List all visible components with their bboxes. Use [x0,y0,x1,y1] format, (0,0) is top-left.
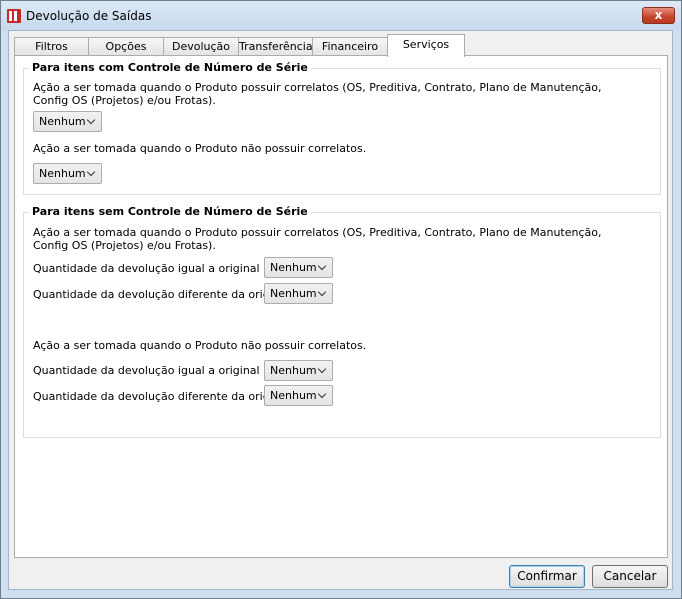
close-button[interactable]: x [642,7,675,24]
chevron-down-icon [317,261,327,271]
group1-action-with-text-line1: Ação a ser tomada quando o Produto possu… [33,81,602,94]
group1-action-without-text: Ação a ser tomada quando o Produto não p… [33,142,367,155]
group2-without-equal-select[interactable]: Nenhum [264,360,333,381]
group1-without-correlatos-select[interactable]: Nenhum [33,163,102,184]
group2-without-diff-label: Quantidade da devolução diferente da ori… [33,390,290,403]
tab-panel-servicos: Para itens com Controle de Número de Sér… [14,55,668,558]
tab-servicos[interactable]: Serviços [387,34,465,57]
group2-with-equal-label: Quantidade da devolução igual a original [33,262,260,275]
group2-without-equal-label: Quantidade da devolução igual a original [33,364,260,377]
chevron-down-icon [317,287,327,297]
group-sem-controle-title: Para itens sem Controle de Número de Sér… [29,205,311,218]
group2-with-diff-select[interactable]: Nenhum [264,283,333,304]
group2-with-equal-select[interactable]: Nenhum [264,257,333,278]
tab-devolucao[interactable]: Devolução [163,37,239,56]
dialog-client: Filtros Opções Devolução Transferência F… [8,30,673,590]
group2-with-diff-value: Nenhum [270,287,317,300]
tab-filtros[interactable]: Filtros [14,37,89,56]
group1-action-with-text-line2: Config OS (Projetos) e/ou Frotas). [33,94,216,107]
confirm-button[interactable]: Confirmar [509,565,585,588]
chevron-down-icon [86,167,96,177]
group1-with-correlatos-value: Nenhum [39,115,86,128]
group2-without-equal-value: Nenhum [270,364,317,377]
group1-without-correlatos-value: Nenhum [39,167,86,180]
chevron-down-icon [317,364,327,374]
group2-with-equal-value: Nenhum [270,261,317,274]
window-title: Devolução de Saídas [26,9,152,23]
tab-financeiro[interactable]: Financeiro [312,37,388,56]
tab-transferencia[interactable]: Transferência [238,37,313,56]
group2-with-diff-label: Quantidade da devolução diferente da ori… [33,288,290,301]
app-icon [7,9,21,23]
title-bar: Devolução de Saídas x [1,1,681,30]
group2-action-with-text-line2: Config OS (Projetos) e/ou Frotas). [33,239,216,252]
dialog-window: Devolução de Saídas x Filtros Opções Dev… [0,0,682,599]
group2-action-without-text: Ação a ser tomada quando o Produto não p… [33,339,367,352]
group2-without-diff-select[interactable]: Nenhum [264,385,333,406]
chevron-down-icon [86,115,96,125]
group2-action-with-text-line1: Ação a ser tomada quando o Produto possu… [33,226,602,239]
chevron-down-icon [317,389,327,399]
cancel-button[interactable]: Cancelar [592,565,668,588]
group2-without-diff-value: Nenhum [270,389,317,402]
group1-with-correlatos-select[interactable]: Nenhum [33,111,102,132]
group-com-controle-title: Para itens com Controle de Número de Sér… [29,61,311,74]
tab-opcoes[interactable]: Opções [88,37,164,56]
